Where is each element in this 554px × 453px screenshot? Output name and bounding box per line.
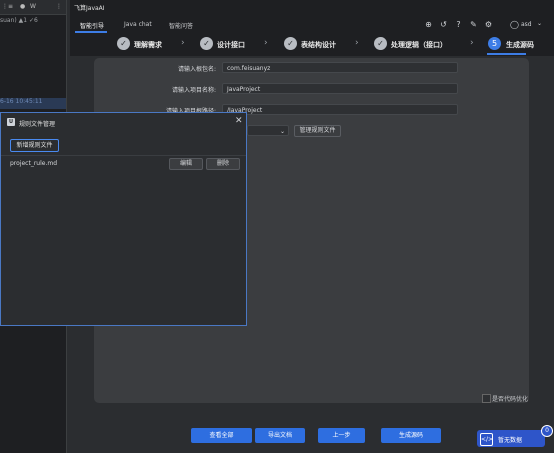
step-1-check-icon: ✓ [117, 37, 130, 50]
step-3-check-icon: ✓ [284, 37, 297, 50]
app-title-bar: 飞算JavaAI [70, 0, 554, 14]
app-logo-icon: U [7, 118, 15, 126]
dialog-title: 规则文件管理 [19, 121, 56, 128]
ide-menu-icon[interactable]: ⋮≡ [2, 3, 13, 10]
delete-button[interactable]: 删除 [206, 158, 240, 170]
settings-icon[interactable]: ⚙ [484, 20, 493, 29]
step-arrow-icon: › [181, 38, 185, 48]
badge-label: 暂无数据 [498, 437, 523, 444]
package-label: 请输入根包名: [177, 66, 216, 73]
code-icon: </> [480, 433, 493, 446]
rule-file-select[interactable]: ⌄ [247, 125, 289, 136]
active-tab-indicator [75, 31, 107, 33]
new-rule-file-button[interactable]: 新增规则文件 [10, 139, 59, 152]
optimize-label: 是否代码优化 [492, 396, 529, 403]
user-dropdown-icon[interactable]: ⌄ [537, 20, 542, 27]
export-doc-button[interactable]: 导出文档 [255, 428, 305, 443]
ide-timestamp-line: 6-16 10:45:11 [0, 98, 66, 109]
step-3-label[interactable]: 表结构设计 [301, 40, 336, 50]
close-icon[interactable]: ✕ [235, 116, 243, 126]
rule-file-dialog: U 规则文件管理 ✕ 新增规则文件 project_rule.md 编辑 删除 [0, 112, 247, 326]
manage-rules-button[interactable]: 管理规则文件 [294, 125, 341, 137]
user-name[interactable]: asd [521, 21, 532, 28]
user-avatar-icon[interactable]: ◯ [510, 20, 519, 29]
help-icon[interactable]: ? [454, 20, 463, 29]
package-input[interactable]: com.feisuanyz [222, 62, 458, 73]
project-name-input[interactable]: JavaProject [222, 83, 458, 94]
step-2-label[interactable]: 设计接口 [217, 40, 245, 50]
active-step-indicator [487, 53, 526, 55]
add-icon[interactable]: ⊕ [424, 20, 433, 29]
step-4-label[interactable]: 处理逻辑（接口） [391, 40, 447, 50]
edit-icon[interactable]: ✎ [469, 20, 478, 29]
tab-java-chat[interactable]: Java chat [124, 21, 152, 28]
edit-button[interactable]: 编辑 [169, 158, 203, 170]
app-title: 飞算JavaAI [74, 5, 105, 12]
step-arrow-icon: › [470, 38, 474, 48]
step-5-label[interactable]: 生成源码 [506, 40, 534, 50]
tab-smart-qa[interactable]: 智能问答 [169, 21, 193, 30]
step-1-label[interactable]: 理解需求 [134, 40, 162, 50]
ide-status-line: suan) ▲1 ✓6 [0, 17, 38, 24]
history-icon[interactable]: ↺ [439, 20, 448, 29]
generate-code-button[interactable]: 生成源码 [381, 428, 441, 443]
prev-step-button[interactable]: 上一步 [318, 428, 365, 443]
notification-badge[interactable]: </> 暂无数据 [477, 430, 545, 447]
view-all-button[interactable]: 查看全部 [191, 428, 252, 443]
ide-window-icon: ● [20, 3, 26, 10]
chevron-down-icon: ⌄ [279, 128, 285, 135]
step-4-check-icon: ✓ [374, 37, 387, 50]
ide-more-icon[interactable]: ⋮ [56, 3, 62, 10]
step-arrow-icon: › [355, 38, 359, 48]
dialog-divider [1, 155, 246, 156]
rule-file-name: project_rule.md [10, 160, 58, 167]
tab-smart-guide[interactable]: 智能引导 [80, 21, 104, 30]
badge-count: 0 [541, 425, 553, 437]
ide-tab-label[interactable]: W [30, 3, 36, 10]
project-name-label: 请输入项目名称: [171, 87, 216, 94]
step-5-number: 5 [488, 37, 501, 50]
step-arrow-icon: › [264, 38, 268, 48]
optimize-checkbox[interactable] [482, 394, 491, 403]
step-2-check-icon: ✓ [200, 37, 213, 50]
project-path-input[interactable]: /JavaProject [222, 104, 458, 115]
ide-tab-bar: ⋮≡ ● W ⋮ [0, 0, 66, 15]
